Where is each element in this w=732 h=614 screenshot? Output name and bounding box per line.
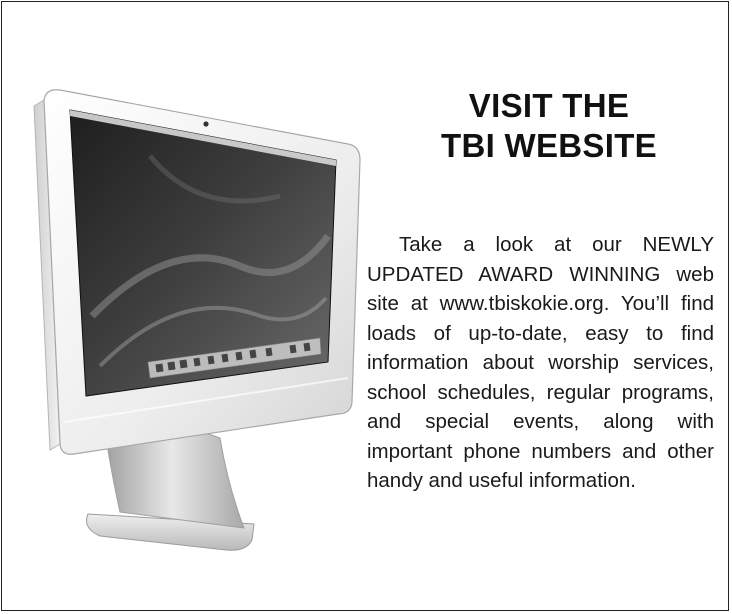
page-title: VISIT THE TBI WEBSITE [384,86,714,166]
computer-monitor-image [30,66,362,554]
flyer-frame: VISIT THE TBI WEBSITE Take a look at our… [1,1,729,611]
body-paragraph: Take a look at our NEWLY UPDATED AWARD W… [367,233,714,492]
computer-monitor-icon [33,89,361,551]
title-line-1: VISIT THE [468,87,630,124]
title-line-2: TBI WEBSITE [441,127,657,164]
